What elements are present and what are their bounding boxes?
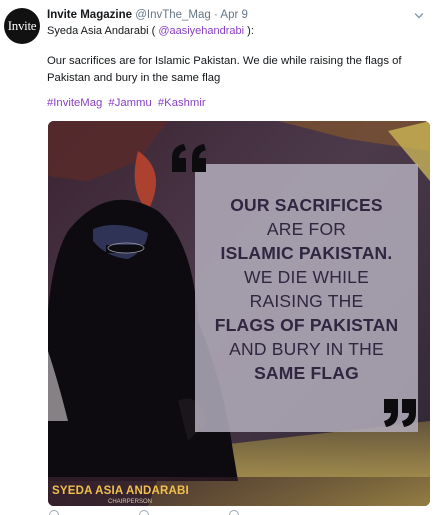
hashtag-invitemag[interactable]: #InviteMag xyxy=(47,97,102,109)
hashtag-kashmir[interactable]: #Kashmir xyxy=(158,97,206,109)
quote-line-2: ARE FOR xyxy=(266,219,347,239)
retweet-icon[interactable] xyxy=(139,510,149,515)
tweet-image[interactable]: OUR SACRIFICES ARE FOR ISLAMIC PAKISTAN.… xyxy=(48,121,430,506)
tweet-header: Invite Magazine @InvThe_Mag · Apr 9 xyxy=(47,9,248,21)
reply-context: Syeda Asia Andarabi ( @aasiyehandrabi ): xyxy=(47,25,254,37)
separator-dot: · xyxy=(214,9,218,21)
image-caption-sub: CHAIRPERSON xyxy=(108,499,153,505)
open-quote-icon xyxy=(172,144,206,172)
quote-line-4: WE DIE WHILE xyxy=(244,267,369,287)
tweet-card[interactable]: Invite Invite Magazine @InvThe_Mag · Apr… xyxy=(0,0,434,515)
hashtag-jammu[interactable]: #Jammu xyxy=(108,97,151,109)
tweet-text: Our sacrifices are for Islamic Pakistan.… xyxy=(47,55,402,84)
quote-line-7: AND BURY IN THE xyxy=(229,339,384,359)
avatar[interactable]: Invite xyxy=(4,8,40,44)
image-caption: SYEDA ASIA ANDARABI xyxy=(52,485,189,497)
reply-mention[interactable]: @aasiyehandrabi xyxy=(158,25,244,37)
reply-icon[interactable] xyxy=(49,510,59,515)
avatar-text: Invite xyxy=(7,18,37,33)
quote-line-6: FLAGS OF PAKISTAN xyxy=(214,315,399,335)
quote-line-1: OUR SACRIFICES xyxy=(230,195,383,215)
tweet-actions xyxy=(47,510,427,515)
chevron-down-icon[interactable] xyxy=(414,11,424,21)
quote-line-3: ISLAMIC PAKISTAN. xyxy=(220,243,393,263)
reply-suffix: ): xyxy=(247,25,254,37)
quote-line-5: RAISING THE xyxy=(249,291,364,311)
author-handle[interactable]: @InvThe_Mag xyxy=(135,9,211,21)
image-caption-bar: SYEDA ASIA ANDARABI CHAIRPERSON xyxy=(48,477,430,506)
like-icon[interactable] xyxy=(229,510,239,515)
reply-prefix: Syeda Asia Andarabi ( xyxy=(47,25,156,37)
hashtag-list: #InviteMag #Jammu #Kashmir xyxy=(47,97,209,109)
quote-text: OUR SACRIFICES ARE FOR ISLAMIC PAKISTAN.… xyxy=(195,193,418,385)
author-name[interactable]: Invite Magazine xyxy=(47,9,132,21)
close-quote-icon xyxy=(384,399,416,427)
tweet-time[interactable]: Apr 9 xyxy=(220,9,248,21)
quote-line-8: SAME FLAG xyxy=(254,363,359,383)
